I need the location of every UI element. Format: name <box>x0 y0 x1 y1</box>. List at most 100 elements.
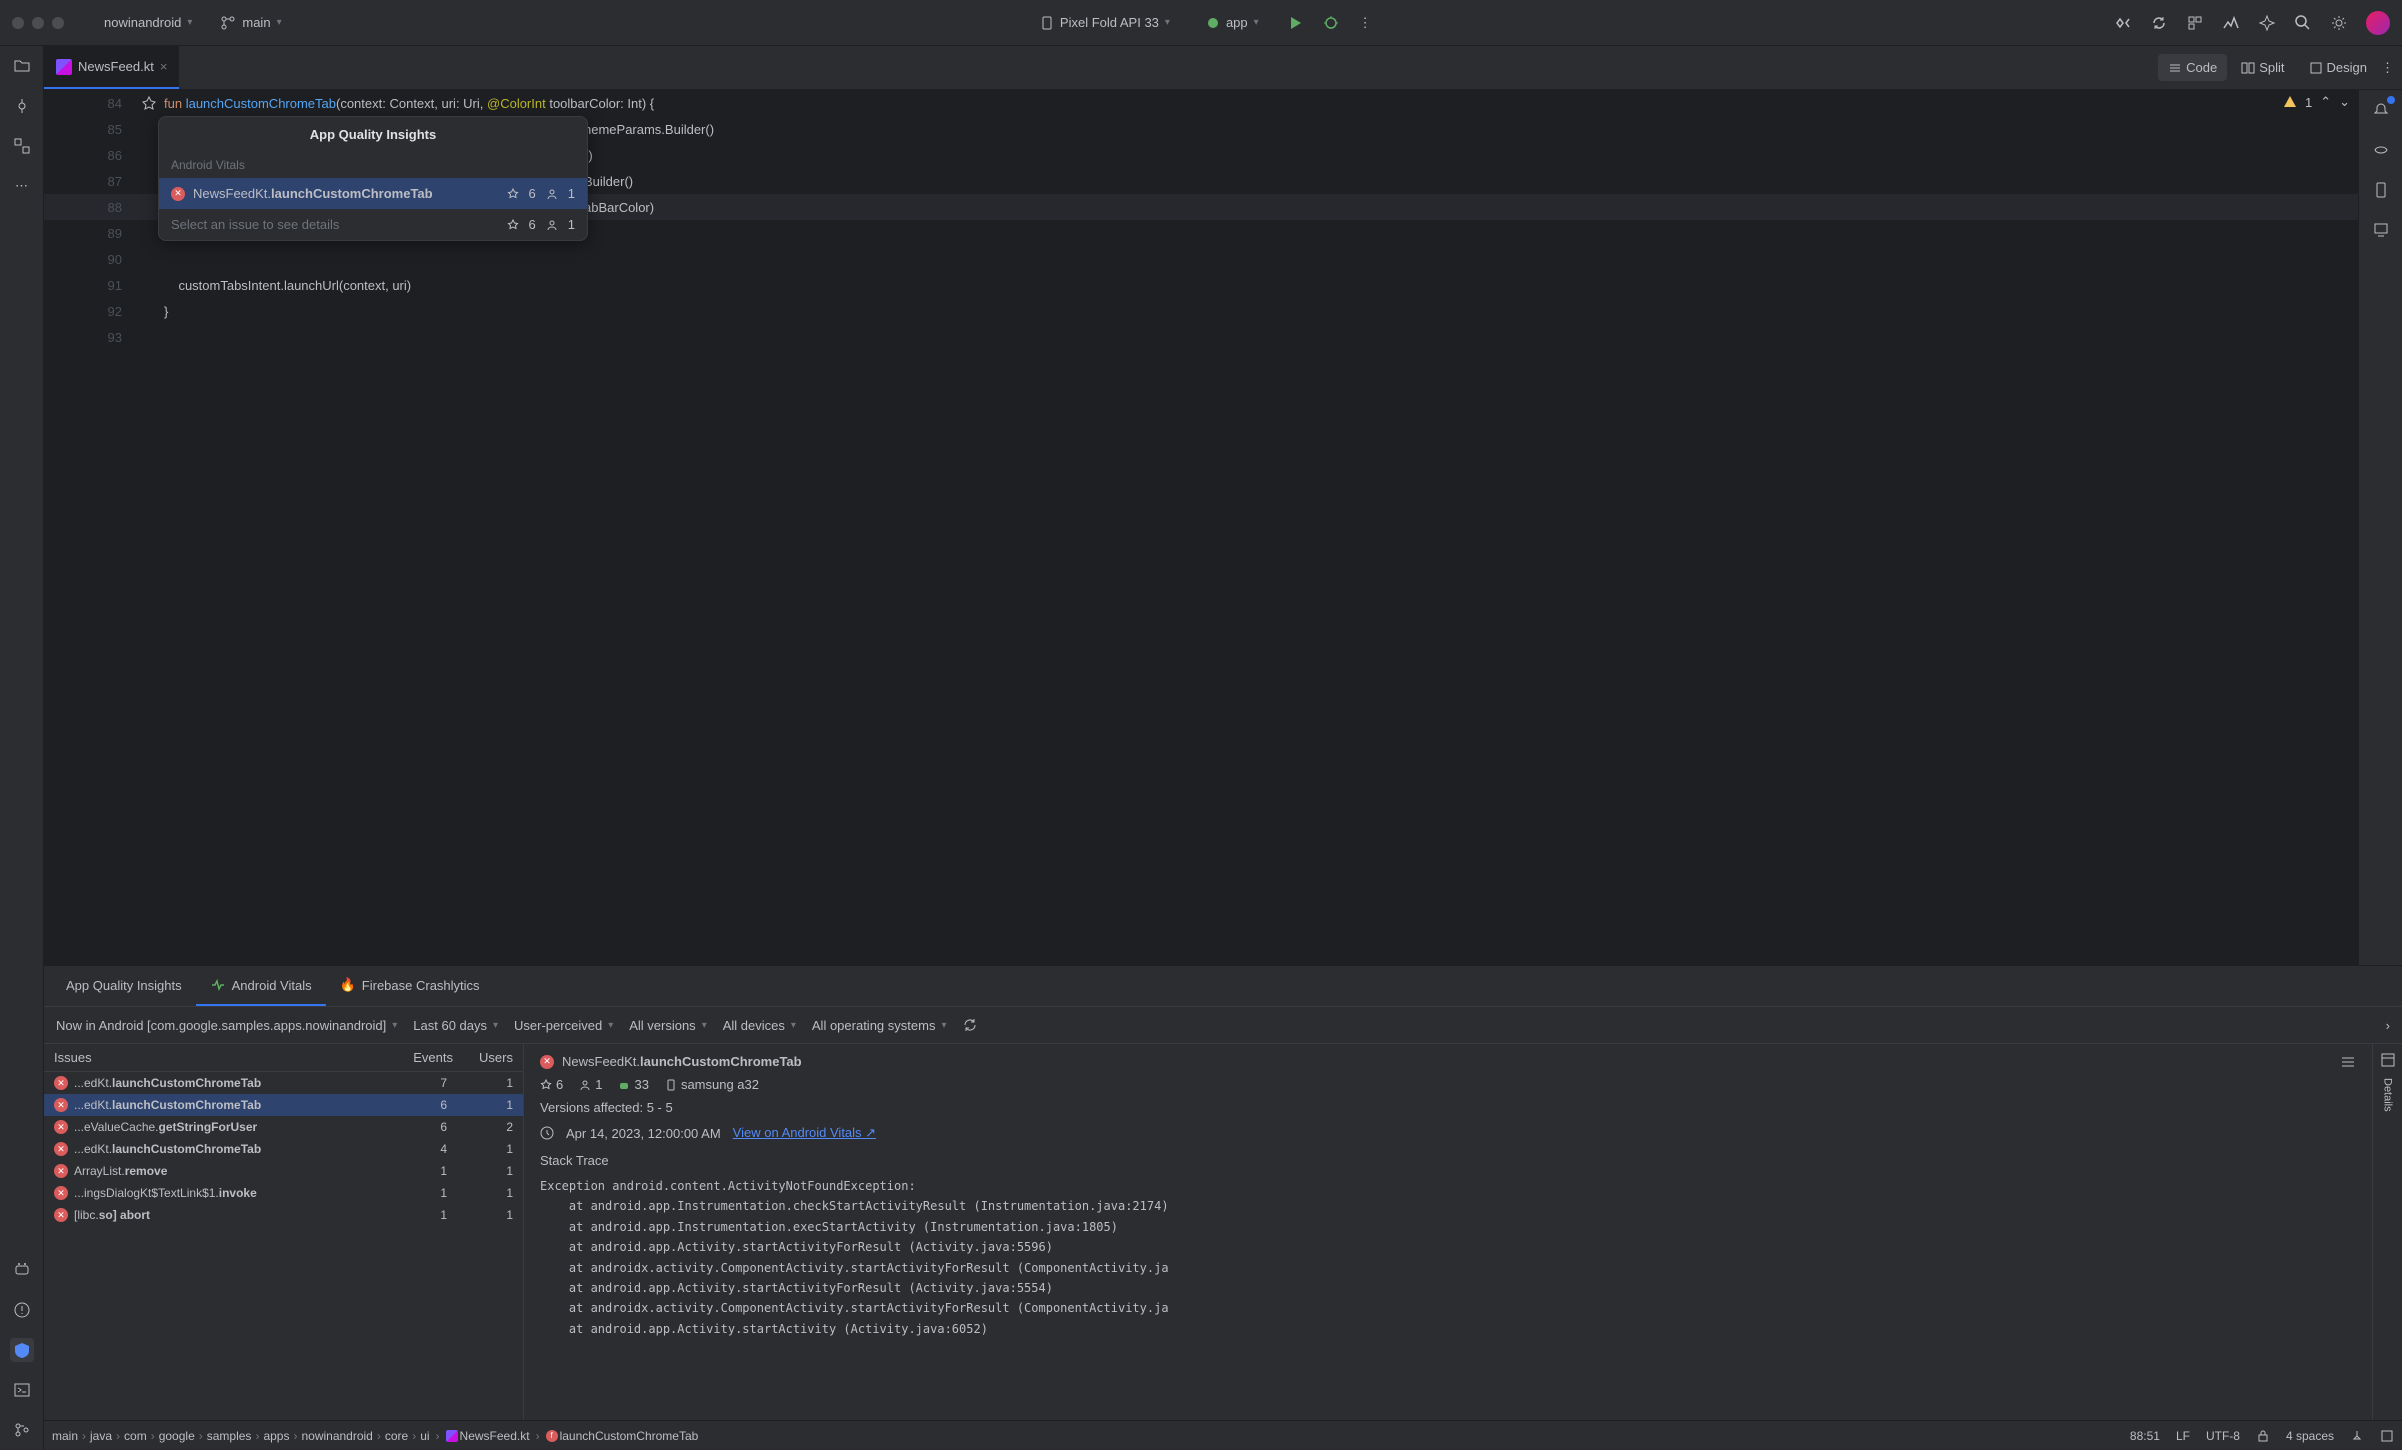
gutter-vitals-icon[interactable] <box>134 96 164 110</box>
breadcrumb-item[interactable]: main <box>52 1429 78 1443</box>
layout-icon[interactable] <box>2380 1052 2396 1068</box>
chevron-right-icon[interactable]: › <box>2386 1018 2390 1033</box>
status-menu-icon[interactable] <box>2380 1429 2394 1443</box>
device-selector[interactable]: Pixel Fold API 33 ▾ <box>1032 11 1178 34</box>
minimize-window[interactable] <box>32 17 44 29</box>
kotlin-file-icon <box>446 1430 458 1442</box>
tab-android-vitals[interactable]: Android Vitals <box>196 966 326 1006</box>
traffic-lights <box>12 17 64 29</box>
close-window[interactable] <box>12 17 24 29</box>
file-tab-newsfeed[interactable]: NewsFeed.kt × <box>44 46 179 89</box>
breadcrumb-item[interactable]: core <box>385 1429 408 1443</box>
ai-icon[interactable] <box>2258 14 2276 32</box>
filter-devices[interactable]: All devices▾ <box>723 1018 796 1033</box>
table-row[interactable]: ✕ ...eValueCache.getStringForUser 6 2 <box>44 1116 523 1138</box>
commit-tool-icon[interactable] <box>10 94 34 118</box>
readonly-icon[interactable] <box>2256 1429 2270 1443</box>
code-editor[interactable]: 1 ⌃ ⌄ 84 fun launchCustomChromeTab(conte… <box>44 90 2358 965</box>
inspection-widget[interactable]: 1 ⌃ ⌄ <box>2283 94 2350 110</box>
table-row[interactable]: ✕ ArrayList.remove 1 1 <box>44 1160 523 1182</box>
device-manager-icon[interactable] <box>2369 218 2393 242</box>
details-side-label[interactable]: Details <box>2382 1078 2394 1112</box>
filter-perception[interactable]: User-perceived▾ <box>514 1018 613 1033</box>
issue-name: [libc.so] abort <box>74 1208 381 1222</box>
breadcrumb-function[interactable]: launchCustomChromeTab <box>560 1429 699 1443</box>
breadcrumb-item[interactable]: samples <box>207 1429 252 1443</box>
filter-app[interactable]: Now in Android [com.google.samples.apps.… <box>56 1018 397 1033</box>
editor-menu-icon[interactable]: ⋮ <box>2381 60 2394 76</box>
view-mode-code[interactable]: Code <box>2158 54 2227 81</box>
table-row[interactable]: ✕ ...edKt.launchCustomChromeTab 6 1 <box>44 1094 523 1116</box>
table-row[interactable]: ✕ ...ingsDialogKt$TextLink$1.invoke 1 1 <box>44 1182 523 1204</box>
detail-menu-icon[interactable] <box>2340 1054 2356 1070</box>
project-tool-icon[interactable] <box>10 54 34 78</box>
chevron-down-icon: ▾ <box>1254 17 1259 28</box>
stack-trace[interactable]: Exception android.content.ActivityNotFou… <box>540 1176 2356 1339</box>
cursor-position[interactable]: 88:51 <box>2130 1429 2160 1443</box>
sync-icon[interactable] <box>2150 14 2168 32</box>
run-config-selector[interactable]: app ▾ <box>1198 11 1267 34</box>
prev-highlight-icon[interactable]: ⌃ <box>2320 94 2331 110</box>
project-selector[interactable]: nowinandroid ▾ <box>96 11 200 34</box>
more-tool-icon[interactable]: ⋯ <box>10 174 34 198</box>
panel-tab-label: Firebase Crashlytics <box>362 978 480 993</box>
popup-issue-row[interactable]: ✕ NewsFeedKt.launchCustomChromeTab 6 1 <box>159 178 587 209</box>
file-encoding[interactable]: UTF-8 <box>2206 1429 2240 1443</box>
close-tab-icon[interactable]: × <box>160 59 168 74</box>
view-mode-design[interactable]: Design <box>2299 54 2377 81</box>
error-icon: ✕ <box>54 1076 68 1090</box>
next-highlight-icon[interactable]: ⌄ <box>2339 94 2350 110</box>
breadcrumb-item[interactable]: apps <box>263 1429 289 1443</box>
vcs-tool-icon[interactable] <box>10 1418 34 1442</box>
line-number: 88 <box>44 200 134 215</box>
indent-setting[interactable]: 4 spaces <box>2286 1429 2334 1443</box>
debug-button[interactable] <box>1323 11 1339 34</box>
popup-users: 1 <box>568 186 575 201</box>
filter-os[interactable]: All operating systems▾ <box>812 1018 947 1033</box>
branch-selector[interactable]: main ▾ <box>212 11 289 35</box>
breadcrumb-item[interactable]: com <box>124 1429 147 1443</box>
device-name: Pixel Fold API 33 <box>1060 15 1159 30</box>
tab-app-quality-insights[interactable]: App Quality Insights <box>52 966 196 1006</box>
chevron-down-icon: ▾ <box>187 17 192 28</box>
breadcrumb-file[interactable]: NewsFeed.kt <box>460 1429 530 1443</box>
filter-label: Last 60 days <box>413 1018 487 1033</box>
breadcrumb-item[interactable]: java <box>90 1429 112 1443</box>
view-mode-split[interactable]: Split <box>2231 54 2294 81</box>
avatar[interactable] <box>2366 11 2390 35</box>
logcat-tool-icon[interactable] <box>10 1258 34 1282</box>
gradle-tool-icon[interactable] <box>2369 138 2393 162</box>
breadcrumb-item[interactable]: nowinandroid <box>301 1429 372 1443</box>
more-actions-button[interactable]: ⋮ <box>1359 11 1372 34</box>
popup-hint-row[interactable]: Select an issue to see details 6 1 <box>159 209 587 240</box>
problems-tool-icon[interactable] <box>10 1298 34 1322</box>
breadcrumb-item[interactable]: google <box>159 1429 195 1443</box>
view-mode-label: Split <box>2259 60 2284 75</box>
app-quality-tool-icon[interactable] <box>10 1338 34 1362</box>
build-icon[interactable] <box>2186 14 2204 32</box>
emulator-tool-icon[interactable] <box>2369 178 2393 202</box>
table-row[interactable]: ✕ [libc.so] abort 1 1 <box>44 1204 523 1226</box>
code-with-me-icon[interactable] <box>2114 14 2132 32</box>
issue-users: 1 <box>453 1186 513 1200</box>
breadcrumb-item[interactable]: ui <box>420 1429 429 1443</box>
table-row[interactable]: ✕ ...edKt.launchCustomChromeTab 4 1 <box>44 1138 523 1160</box>
filter-time[interactable]: Last 60 days▾ <box>413 1018 498 1033</box>
table-row[interactable]: ✕ ...edKt.launchCustomChromeTab 7 1 <box>44 1072 523 1094</box>
refresh-button[interactable] <box>962 1017 978 1033</box>
view-on-vitals-link[interactable]: View on Android Vitals ↗ <box>733 1125 876 1141</box>
tab-firebase-crashlytics[interactable]: 🔥 Firebase Crashlytics <box>326 966 494 1006</box>
line-number: 85 <box>44 122 134 137</box>
filter-versions[interactable]: All versions▾ <box>629 1018 707 1033</box>
structure-tool-icon[interactable] <box>10 134 34 158</box>
terminal-tool-icon[interactable] <box>10 1378 34 1402</box>
pin-icon[interactable] <box>2350 1429 2364 1443</box>
maximize-window[interactable] <box>52 17 64 29</box>
bottom-panel: App Quality Insights Android Vitals 🔥 Fi… <box>44 965 2402 1420</box>
search-icon[interactable] <box>2294 14 2312 32</box>
run-button[interactable] <box>1287 11 1303 34</box>
notifications-icon[interactable] <box>2369 98 2393 122</box>
line-ending[interactable]: LF <box>2176 1429 2190 1443</box>
profiler-icon[interactable] <box>2222 14 2240 32</box>
settings-icon[interactable] <box>2330 14 2348 32</box>
